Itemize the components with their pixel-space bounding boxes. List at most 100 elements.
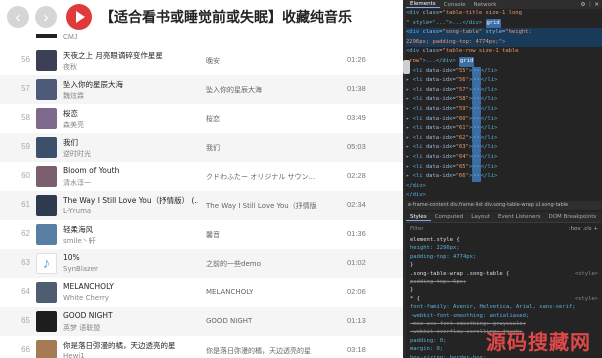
subtab-event-listeners[interactable]: Event Listeners: [494, 214, 545, 220]
song-artist[interactable]: 英梦 语联盟: [63, 323, 100, 333]
subtab-dom-breakpoints[interactable]: DOM Breakpoints: [544, 214, 600, 220]
song-row[interactable]: 57 坠入你的星辰大海 魏炫霖 坠入你的星辰大海 01:38: [0, 75, 403, 104]
filter-toolbar[interactable]: :hov .cls +: [569, 224, 598, 235]
song-album[interactable]: 晚安: [206, 56, 220, 66]
dom-node-line[interactable]: ▸ <li data-idx="61">··</li>: [406, 124, 602, 134]
dom-node-line[interactable]: ▸ <li data-idx="62">··</li>: [406, 133, 602, 144]
tab-elements[interactable]: Elements: [406, 1, 440, 8]
dom-node-line[interactable]: ▸ <li data-idx="66">··</li>: [406, 172, 602, 182]
dom-node-line[interactable]: ▸ <li data-idx="55">··</li>: [406, 66, 602, 77]
style-source-link[interactable]: <style>: [575, 270, 598, 278]
song-album[interactable]: クドわふたー オリジナル サウン...: [206, 172, 315, 182]
song-album[interactable]: 你是落日弥漫的橘，天边透亮的星: [206, 346, 311, 356]
style-rule-line[interactable]: }: [410, 286, 602, 294]
dom-node-line[interactable]: -row">...</div> grid: [406, 56, 602, 67]
devtools-panel: Elements Console Network ⚙ ⋮ ✕ <div class="…: [406, 0, 602, 358]
song-title[interactable]: 我们: [63, 137, 78, 148]
style-rule-line[interactable]: height: 2296px;: [410, 244, 602, 252]
dom-node-line[interactable]: </div>: [406, 182, 602, 192]
style-source-link[interactable]: <style>: [575, 295, 598, 303]
dom-node-line[interactable]: ▸ <li data-idx="65">··</li>: [406, 162, 602, 173]
dom-node-line[interactable]: ▸ <li data-idx="63">··</li>: [406, 143, 602, 153]
song-row[interactable]: 59 我们 逆时时光 我们 05:03: [0, 133, 403, 162]
subtab-layout[interactable]: Layout: [467, 214, 494, 220]
style-rule-line[interactable]: * {<style>: [410, 295, 602, 303]
song-title[interactable]: 你是落日弥漫的橘，天边透亮的星: [63, 340, 176, 351]
scrollbar-thumb[interactable]: [403, 60, 410, 74]
song-album[interactable]: The Way I Still Love You（抒情版）: [206, 201, 316, 211]
song-album[interactable]: 桜恋: [206, 114, 220, 124]
gear-icon[interactable]: ⚙ ⋮ ✕: [577, 2, 602, 8]
dom-node-line[interactable]: 2296px; padding-top: 4774px;">: [406, 37, 602, 48]
style-rule-line[interactable]: font-family: Avenir, Helvetica, Arial, s…: [410, 303, 602, 311]
music-note-icon: ♪: [36, 253, 57, 274]
dom-node-line[interactable]: <div class="table-row size-1 table: [406, 47, 602, 57]
song-duration: 01:02: [347, 258, 366, 267]
styles-subtabs: Styles Computed Layout Event Listeners DOM B…: [406, 212, 602, 223]
play-all-button[interactable]: [66, 4, 92, 30]
dom-node-line[interactable]: ▸ <li data-idx="64">··</li>: [406, 152, 602, 163]
song-row[interactable]: 60 Bloom of Youth 清水淳一 クドわふたー オリジナル サウン... 0…: [0, 162, 403, 191]
song-row[interactable]: 61 The Way I Still Love You（抒情版） (... L-Yr…: [0, 191, 403, 220]
song-row[interactable]: 65 GOOD NIGHT 英梦 语联盟 GOOD NIGHT 01:13: [0, 307, 403, 336]
song-title[interactable]: Bloom of Youth: [63, 166, 119, 175]
song-artist[interactable]: 魏炫霖: [63, 91, 84, 101]
song-row[interactable]: 66 你是落日弥漫的橘，天边透亮的星 Hewi1 你是落日弥漫的橘，天边透亮的星 03:…: [0, 336, 403, 358]
devtools-tabs: Elements Console Network ⚙ ⋮ ✕: [406, 0, 602, 9]
song-row[interactable]: 63 ♪ 10% SynBlazer 之前的一些demo 01:02: [0, 249, 403, 278]
song-artist[interactable]: L-Yruma: [63, 207, 91, 215]
song-artist[interactable]: Hewi1: [63, 352, 85, 358]
filter-input[interactable]: Filter: [410, 226, 424, 232]
song-row[interactable]: 64 MELANCHOLY White Cherry MELANCHOLY 02:06: [0, 278, 403, 307]
style-rule-line[interactable]: padding-top: 4774px;: [410, 253, 602, 261]
song-album[interactable]: 我们: [206, 143, 220, 153]
song-title[interactable]: 桜恋: [63, 108, 78, 119]
style-rule-line[interactable]: .song-table-wrap .song-table {<style>: [410, 270, 602, 278]
dom-node-line[interactable]: ▸ <li data-idx="58">··</li>: [406, 95, 602, 105]
song-artist[interactable]: 清水淳一: [63, 178, 91, 188]
back-button[interactable]: ‹: [7, 6, 29, 28]
song-artist[interactable]: smile丶轩: [63, 236, 96, 246]
song-title[interactable]: GOOD NIGHT: [63, 311, 113, 320]
song-title[interactable]: 轻柔海风: [63, 224, 93, 235]
song-title[interactable]: MELANCHOLY: [63, 282, 114, 291]
song-album[interactable]: 坠入你的星辰大海: [206, 85, 262, 95]
song-artist[interactable]: White Cherry: [63, 294, 109, 302]
dom-node-line[interactable]: ▸ <li data-idx="56">··</li>: [406, 76, 602, 86]
album-cover: [36, 137, 57, 158]
song-row[interactable]: 58 桜恋 森美亮 桜恋 03:49: [0, 104, 403, 133]
song-title[interactable]: The Way I Still Love You（抒情版） (...: [63, 195, 198, 206]
song-album[interactable]: GOOD NIGHT: [206, 317, 252, 325]
song-title[interactable]: 坠入你的星辰大海: [63, 79, 123, 90]
breadcrumb[interactable]: e-frame-content div.frame-list div.song-…: [406, 201, 602, 210]
song-title[interactable]: 10%: [63, 253, 80, 262]
style-rule-line[interactable]: padding-top: 6px;: [410, 278, 602, 286]
dom-node-line[interactable]: ▸ <li data-idx="59">··</li>: [406, 104, 602, 115]
dom-node-line[interactable]: " style="...">...</div> grid: [406, 18, 602, 29]
dom-node-line[interactable]: </div>: [406, 191, 602, 201]
song-artist[interactable]: 夜秋: [63, 62, 77, 72]
subtab-styles[interactable]: Styles: [406, 214, 431, 221]
tab-network[interactable]: Network: [469, 2, 500, 8]
subtab-computed[interactable]: Computed: [431, 214, 468, 220]
song-row[interactable]: 56 天夜之上 月亮眼谪碎变作星星 夜秋 晚安 01:26: [0, 46, 403, 75]
style-rule-line[interactable]: }: [410, 261, 602, 269]
styles-filter[interactable]: Filter :hov .cls +: [406, 224, 602, 235]
tab-console[interactable]: Console: [440, 2, 470, 8]
song-row-partial[interactable]: CMJ: [0, 28, 403, 46]
dom-node-line[interactable]: <div class="song-table" style="height:: [406, 28, 602, 38]
song-artist[interactable]: 森美亮: [63, 120, 84, 130]
song-row[interactable]: 62 轻柔海风 smile丶轩 馨音 01:36: [0, 220, 403, 249]
style-rule-line[interactable]: element.style {: [410, 236, 602, 244]
forward-button[interactable]: ›: [35, 6, 57, 28]
song-album[interactable]: 之前的一些demo: [206, 259, 261, 269]
song-album[interactable]: MELANCHOLY: [206, 288, 253, 296]
song-artist[interactable]: SynBlazer: [63, 265, 98, 273]
dom-node-line[interactable]: ▸ <li data-idx="60">··</li>: [406, 114, 602, 125]
dom-node-line[interactable]: <div class="table-title size-1 long: [406, 9, 602, 19]
song-artist[interactable]: 逆时时光: [63, 149, 91, 159]
song-title[interactable]: 天夜之上 月亮眼谪碎变作星星: [63, 50, 163, 61]
style-rule-line[interactable]: -webkit-font-smoothing: antialiased;: [410, 312, 602, 320]
song-album[interactable]: 馨音: [206, 230, 220, 240]
dom-node-line[interactable]: ▸ <li data-idx="57">··</li>: [406, 85, 602, 96]
